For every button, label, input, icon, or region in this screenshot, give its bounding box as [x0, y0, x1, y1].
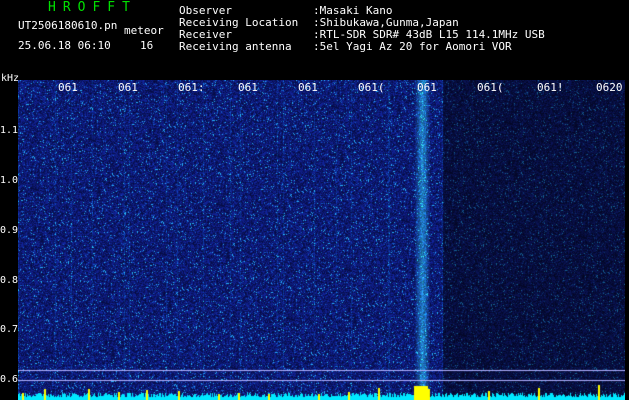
y-tick-label: 0.6 — [0, 374, 19, 385]
observer-label: Observer — [179, 4, 232, 17]
x-tick-label: 061: — [178, 81, 205, 94]
x-tick-label: 061 — [417, 81, 437, 94]
meteor-count: 16 — [140, 39, 154, 52]
frequency-unit-label: kHz — [1, 73, 20, 84]
observer-value: :Masaki Kano — [313, 4, 393, 17]
hrofft-window: HROFFT UT2506180610.pn meteor 25.06.18 0… — [0, 0, 629, 400]
x-tick-label: 061( — [477, 81, 504, 94]
x-tick-label: 061! — [537, 81, 564, 94]
antenna-value: :5el Yagi Az 20 for Aomori VOR — [313, 40, 512, 53]
y-tick-label: 0.9 — [0, 225, 19, 236]
x-tick-label: 061 — [238, 81, 258, 94]
observation-datetime: 25.06.18 06:10 — [18, 39, 111, 52]
x-tick-label: 0620 — [596, 81, 623, 94]
receiver-value: :RTL-SDR SDR# 43dB L15 114.1MHz USB — [313, 28, 545, 41]
file-name: UT2506180610.pn — [18, 19, 118, 32]
receiver-label: Receiver — [179, 28, 232, 41]
location-label: Receiving Location — [179, 16, 299, 29]
antenna-label: Receiving antenna — [179, 40, 292, 53]
x-tick-label: 061 — [58, 81, 78, 94]
x-tick-label: 061 — [298, 81, 318, 94]
mode-label: meteor — [124, 24, 164, 37]
y-tick-label: 1.0 — [0, 175, 19, 186]
spectrogram-plot — [18, 80, 625, 400]
y-tick-label: 1.1 — [0, 125, 19, 136]
x-tick-label: 061 — [118, 81, 138, 94]
y-tick-label: 0.8 — [0, 275, 19, 286]
y-tick-label: 0.7 — [0, 324, 19, 335]
app-title: HROFFT — [48, 0, 137, 15]
x-tick-label: 061( — [358, 81, 385, 94]
location-value: :Shibukawa,Gunma,Japan — [313, 16, 459, 29]
